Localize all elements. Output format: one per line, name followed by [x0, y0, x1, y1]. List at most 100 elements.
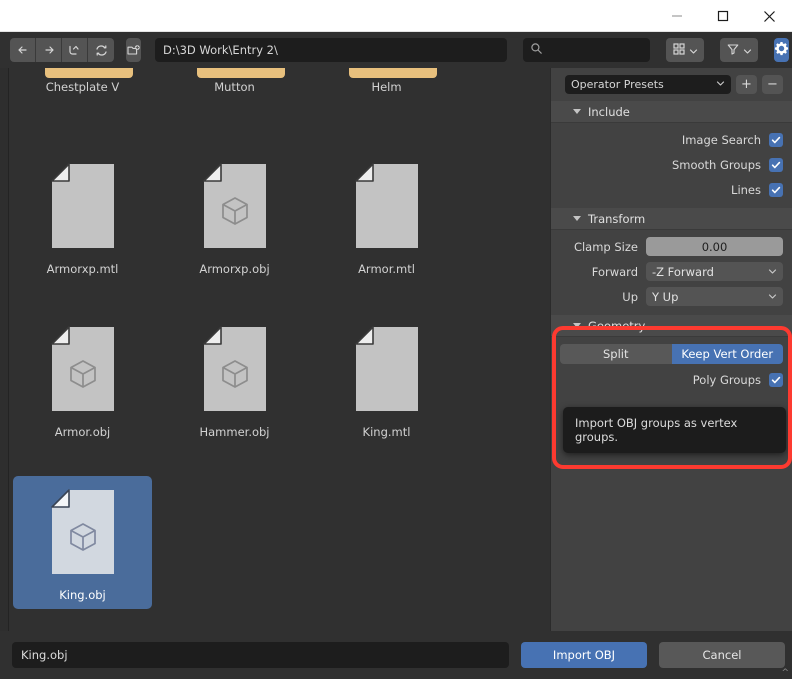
operator-presets-label: Operator Presets: [571, 78, 664, 91]
file-cell[interactable]: Hammer.obj: [165, 313, 304, 446]
file-label: King.obj: [59, 588, 106, 602]
dialog-footer: King.obj Import OBJ Cancel ^: [0, 631, 792, 679]
import-options-panel: Operator Presets + − Include Image Searc…: [551, 68, 792, 631]
file-icon-obj: [165, 313, 304, 425]
chevron-down-icon: [716, 78, 725, 91]
property-label: Lines: [731, 182, 761, 197]
file-cell-selected[interactable]: King.obj: [13, 476, 152, 609]
forward-axis-select[interactable]: -Z Forward: [646, 262, 783, 281]
file-cell[interactable]: King.mtl: [317, 313, 456, 446]
keep-vert-order-label: Keep Vert Order: [681, 347, 774, 361]
lines-checkbox[interactable]: [769, 182, 783, 197]
file-icon-mtl: [13, 150, 152, 262]
keep-vert-order-toggle[interactable]: Keep Vert Order: [671, 344, 783, 364]
file-icon-mtl: [317, 313, 456, 425]
resize-grip-icon[interactable]: ^: [781, 668, 789, 678]
property-row-forward: Forward -Z Forward: [560, 259, 783, 284]
property-label: Poly Groups: [692, 372, 761, 387]
left-sidebar-rail[interactable]: [0, 68, 9, 631]
up-axis-select[interactable]: Y Up: [646, 287, 783, 306]
section-title: Include: [588, 104, 630, 119]
section-header-geometry[interactable]: Geometry: [551, 315, 792, 337]
maximize-button[interactable]: [700, 0, 746, 32]
section-title: Transform: [588, 211, 646, 226]
import-obj-button[interactable]: Import OBJ: [521, 642, 647, 668]
minus-icon: −: [767, 77, 778, 92]
folder-icon[interactable]: [197, 68, 285, 78]
navigation-button-group: [10, 38, 114, 62]
back-button[interactable]: [10, 38, 36, 62]
chevron-down-icon: [689, 41, 698, 60]
file-cell-folder[interactable]: Mutton: [165, 80, 304, 101]
remove-preset-button[interactable]: −: [762, 75, 783, 94]
property-label: Clamp Size: [573, 239, 638, 254]
image-search-checkbox[interactable]: [769, 132, 783, 147]
file-cell-folder[interactable]: Helm: [317, 80, 456, 101]
folder-icon[interactable]: [45, 68, 133, 78]
path-input[interactable]: D:\3D Work\Entry 2\: [155, 38, 507, 62]
close-button[interactable]: [746, 0, 792, 32]
property-row-clamp-size: Clamp Size 0.00: [560, 234, 783, 259]
add-preset-button[interactable]: +: [736, 75, 757, 94]
chevron-down-icon: [768, 290, 777, 304]
file-icon-obj: [13, 476, 152, 588]
disclosure-triangle-icon: [573, 109, 581, 114]
file-label: Mutton: [214, 80, 255, 94]
file-browser-area[interactable]: Chestplate V Mutton Helm Armorxp.mtl Arm…: [9, 68, 550, 631]
poly-groups-checkbox[interactable]: [769, 372, 783, 387]
file-label: Armor.mtl: [358, 262, 415, 276]
section-title: Geometry: [588, 318, 646, 333]
settings-button[interactable]: [774, 38, 789, 62]
file-cell-folder[interactable]: Chestplate V: [13, 80, 152, 101]
title-bar: [0, 0, 792, 32]
file-browser-toolbar: D:\3D Work\Entry 2\: [0, 32, 792, 68]
clamp-size-input[interactable]: 0.00: [646, 237, 783, 256]
section-header-include[interactable]: Include: [551, 101, 792, 123]
file-label: King.mtl: [362, 425, 411, 439]
smooth-groups-checkbox[interactable]: [769, 157, 783, 172]
cancel-button[interactable]: Cancel: [659, 642, 785, 668]
file-cell[interactable]: Armor.obj: [13, 313, 152, 446]
tooltip-text: Import OBJ groups as vertex groups.: [575, 416, 738, 444]
file-label: Hammer.obj: [199, 425, 270, 439]
forward-button[interactable]: [36, 38, 62, 62]
file-icon-obj: [165, 150, 304, 262]
cancel-label: Cancel: [702, 648, 742, 662]
property-label: Up: [622, 289, 638, 304]
search-input[interactable]: [523, 38, 650, 62]
grid-view-icon: [672, 41, 686, 60]
filter-dropdown[interactable]: [720, 38, 758, 62]
property-row-image-search: Image Search: [560, 127, 783, 152]
property-label: Smooth Groups: [671, 157, 761, 172]
file-label: Armorxp.mtl: [46, 262, 119, 276]
section-body-transform: Clamp Size 0.00 Forward -Z Forward Up Y …: [551, 230, 792, 315]
plus-icon: +: [741, 77, 752, 92]
file-icon-obj: [13, 313, 152, 425]
file-label: Chestplate V: [45, 80, 120, 94]
file-icon-mtl: [317, 150, 456, 262]
filter-funnel-icon: [726, 41, 740, 60]
property-row-up: Up Y Up: [560, 284, 783, 309]
chevron-down-icon: [743, 41, 752, 60]
section-body-geometry: Split Keep Vert Order Poly Groups: [551, 337, 792, 398]
section-header-transform[interactable]: Transform: [551, 208, 792, 230]
parent-directory-button[interactable]: [62, 38, 88, 62]
display-mode-dropdown[interactable]: [666, 38, 704, 62]
file-cell[interactable]: Armorxp.obj: [165, 150, 304, 283]
path-value: D:\3D Work\Entry 2\: [163, 43, 278, 57]
file-cell[interactable]: Armorxp.mtl: [13, 150, 152, 283]
disclosure-triangle-icon: [573, 323, 581, 328]
new-folder-button[interactable]: [126, 38, 141, 62]
refresh-button[interactable]: [88, 38, 114, 62]
operator-presets-select[interactable]: Operator Presets: [565, 75, 731, 94]
operator-presets-row: Operator Presets + −: [551, 68, 792, 101]
minimize-button[interactable]: [654, 0, 700, 32]
filename-value: King.obj: [21, 648, 68, 662]
filename-input[interactable]: King.obj: [12, 642, 509, 668]
file-cell[interactable]: Armor.mtl: [317, 150, 456, 283]
file-label: Helm: [371, 80, 402, 94]
geometry-mode-toggle-group: Split Keep Vert Order: [560, 344, 783, 364]
split-label: Split: [603, 347, 629, 361]
folder-icon[interactable]: [349, 68, 437, 78]
split-toggle[interactable]: Split: [560, 344, 672, 364]
